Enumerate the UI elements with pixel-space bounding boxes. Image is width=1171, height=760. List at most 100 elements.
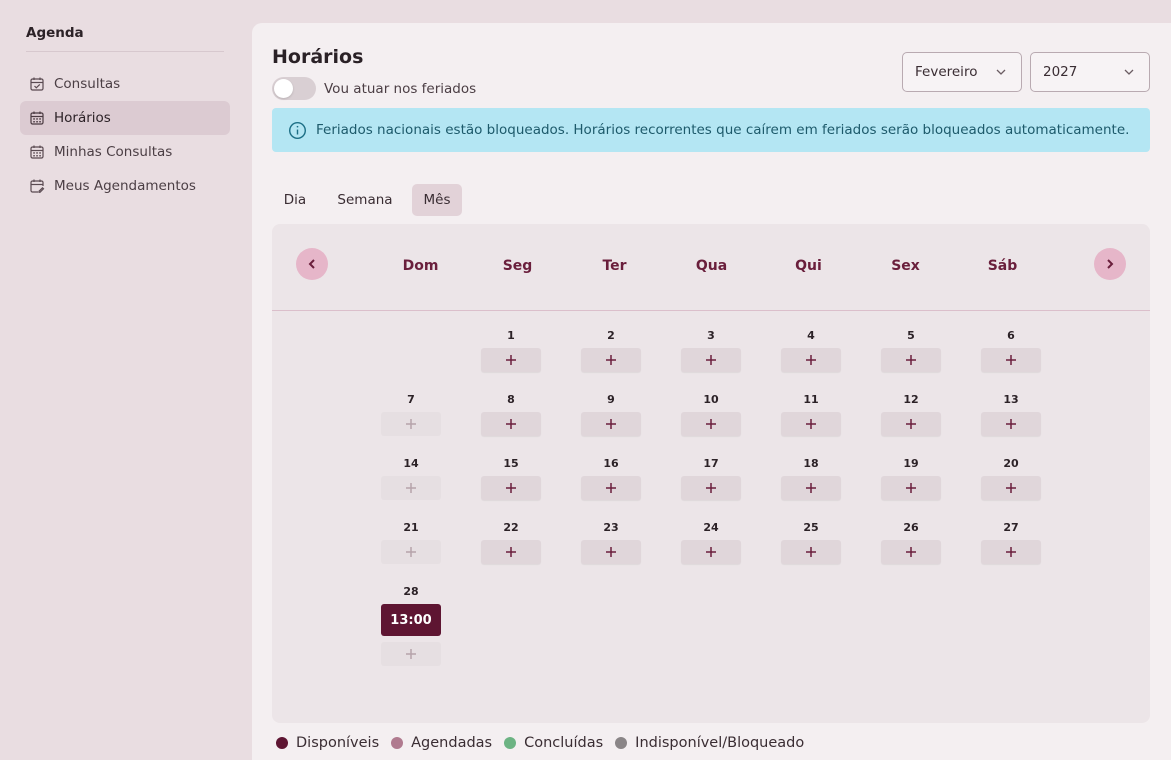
weekday-header-3: Qua (695, 258, 728, 274)
sidebar-item-minhas-consultas[interactable]: Minhas Consultas (20, 135, 230, 169)
holiday-toggle[interactable] (272, 77, 316, 100)
day-number: 4 (807, 329, 815, 342)
main-panel: Horários Vou atuar nos feriados Fevereir… (252, 23, 1171, 760)
sidebar-item-horarios[interactable]: Horários (20, 101, 230, 135)
plus-icon (1006, 483, 1016, 493)
add-slot-button[interactable] (781, 540, 841, 564)
calendar-edit-icon (29, 178, 45, 194)
sidebar-item-label: Horários (54, 110, 111, 126)
legend-item-agendadas: Agendadas (391, 735, 492, 751)
plus-icon (906, 419, 916, 429)
holiday-toggle-label: Vou atuar nos feriados (324, 81, 477, 97)
add-slot-button[interactable] (781, 348, 841, 372)
info-icon (288, 121, 307, 140)
plus-icon (1006, 547, 1016, 557)
sidebar-title: Agenda (26, 25, 84, 41)
legend-label: Indisponível/Bloqueado (635, 735, 805, 751)
weekday-header-5: Sex (891, 258, 920, 274)
sidebar-divider (26, 51, 224, 52)
add-slot-button[interactable] (681, 476, 741, 500)
alert-text: Feriados nacionais estão bloqueados. Hor… (316, 122, 1130, 138)
add-slot-button[interactable] (581, 540, 641, 564)
tab-semana[interactable]: Semana (328, 184, 402, 216)
day-number: 20 (1003, 457, 1019, 470)
sidebar-item-consultas[interactable]: Consultas (20, 67, 230, 101)
chevron-right-icon (1107, 259, 1114, 269)
month-select-value: Fevereiro (915, 64, 978, 80)
legend-item-disponiveis: Disponíveis (276, 735, 379, 751)
day-number: 12 (903, 393, 919, 406)
plus-icon (506, 547, 516, 557)
year-select[interactable]: 2027 (1030, 52, 1150, 92)
add-slot-button[interactable] (781, 476, 841, 500)
legend-dot (615, 737, 628, 749)
add-slot-button[interactable] (881, 540, 941, 564)
plus-icon (706, 419, 716, 429)
add-slot-button[interactable] (981, 348, 1041, 372)
day-number: 8 (507, 393, 515, 406)
month-select[interactable]: Fevereiro (902, 52, 1022, 92)
plus-icon (706, 547, 716, 557)
add-slot-button[interactable] (581, 476, 641, 500)
add-slot-button[interactable] (481, 348, 541, 372)
day-number: 11 (803, 393, 819, 406)
day-number: 15 (503, 457, 519, 470)
day-number: 6 (1007, 329, 1015, 342)
day-number: 14 (403, 457, 419, 470)
day-number: 28 (403, 585, 419, 598)
add-slot-button[interactable] (981, 476, 1041, 500)
legend-label: Concluídas (524, 735, 604, 751)
add-slot-button[interactable] (481, 476, 541, 500)
plus-icon (806, 547, 816, 557)
legend-dot (276, 737, 288, 749)
calendar-grid-icon (29, 144, 45, 160)
plus-icon (406, 483, 416, 493)
day-number: 25 (803, 521, 819, 534)
day-number: 19 (903, 457, 919, 470)
day-number: 16 (603, 457, 619, 470)
plus-icon (506, 355, 516, 365)
holiday-alert: Feriados nacionais estão bloqueados. Hor… (272, 108, 1150, 152)
year-select-value: 2027 (1043, 64, 1078, 80)
legend-item-indisponivel: Indisponível/Bloqueado (615, 735, 804, 751)
calendar-grid-icon (29, 110, 45, 126)
add-slot-button[interactable] (481, 540, 541, 564)
day-number: 10 (703, 393, 719, 406)
legend-dot (391, 737, 404, 749)
weekday-header-4: Qui (795, 258, 822, 274)
add-slot-button (381, 476, 441, 500)
tab-mes[interactable]: Mês (412, 184, 462, 216)
weekday-header-6: Sáb (987, 258, 1018, 274)
day-number: 26 (903, 521, 919, 534)
add-slot-button[interactable] (981, 540, 1041, 564)
add-slot-button[interactable] (981, 412, 1041, 436)
sidebar-item-label: Minhas Consultas (54, 144, 173, 160)
weekday-header-1: Seg (502, 258, 533, 274)
legend-dot (504, 737, 517, 749)
add-slot-button[interactable] (681, 412, 741, 436)
weekday-header-0: Dom (402, 258, 439, 274)
sidebar-item-label: Consultas (54, 76, 121, 92)
add-slot-button[interactable] (781, 412, 841, 436)
plus-icon (806, 355, 816, 365)
sidebar: Agenda Consultas Horários Minhas Consult… (0, 0, 244, 760)
add-slot-button[interactable] (481, 412, 541, 436)
day-number: 24 (703, 521, 719, 534)
add-slot-button[interactable] (581, 348, 641, 372)
plus-icon (906, 483, 916, 493)
day-number: 3 (707, 329, 715, 342)
next-month-button[interactable] (1094, 248, 1126, 280)
sidebar-item-meus-agendamentos[interactable]: Meus Agendamentos (20, 169, 230, 203)
day-number: 27 (1003, 521, 1019, 534)
legend-label: Agendadas (411, 735, 493, 751)
add-slot-button[interactable] (581, 412, 641, 436)
add-slot-button[interactable] (881, 476, 941, 500)
tab-dia[interactable]: Dia (274, 184, 316, 216)
add-slot-button[interactable] (881, 348, 941, 372)
plus-icon (806, 483, 816, 493)
time-slot[interactable]: 13:00 (381, 604, 441, 636)
add-slot-button[interactable] (681, 348, 741, 372)
add-slot-button[interactable] (681, 540, 741, 564)
add-slot-button[interactable] (881, 412, 941, 436)
prev-month-button[interactable] (296, 248, 328, 280)
